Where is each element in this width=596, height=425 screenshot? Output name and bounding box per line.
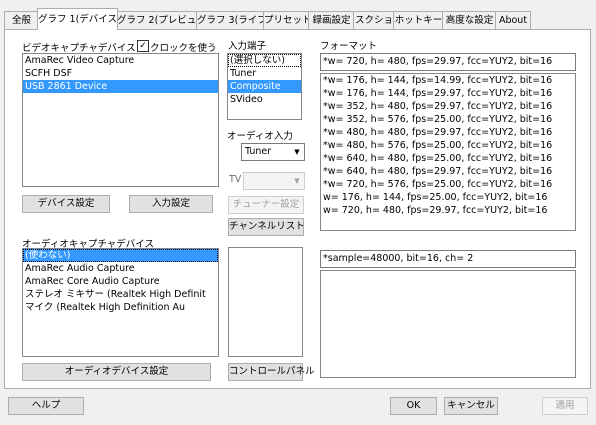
audio-input-label: オーディオ入力 <box>227 131 293 142</box>
video-device-label: ビデオキャプチャデバイス <box>22 43 136 54</box>
audio-device-list[interactable]: (使わない) AmaRec Audio Capture AmaRec Core … <box>22 248 219 357</box>
format-list[interactable]: *w= 176, h= 144, fps=14.99, fcc=YUY2, bi… <box>320 73 576 231</box>
format-label: フォーマット <box>320 41 378 52</box>
device-settings-button[interactable]: デバイス設定 <box>22 195 110 213</box>
list-item[interactable]: *w= 176, h= 144, fps=29.97, fcc=YUY2, bi… <box>321 87 575 100</box>
tab-recording-settings[interactable]: 録画設定 <box>308 11 355 29</box>
input-settings-button[interactable]: 入力設定 <box>129 195 213 213</box>
audio-input-select[interactable]: Tuner ▼ <box>241 143 305 161</box>
control-panel-button[interactable]: コントロールパネル <box>228 363 315 381</box>
list-item[interactable]: *w= 720, h= 576, fps=25.00, fcc=YUY2, bi… <box>321 178 575 191</box>
list-item[interactable]: (使わない) <box>23 249 218 262</box>
apply-button[interactable]: 適用 <box>542 397 588 415</box>
list-item[interactable]: w= 720, h= 480, fps=29.97, fcc=YUY2, bit… <box>321 204 575 217</box>
list-item[interactable]: AmaRec Video Capture <box>23 54 218 67</box>
tv-label: TV <box>229 174 242 185</box>
list-item[interactable]: *w= 640, h= 480, fps=25.00, fcc=YUY2, bi… <box>321 152 575 165</box>
tab-screenshot[interactable]: スクショ <box>353 11 395 29</box>
tab-preset[interactable]: プリセット <box>263 11 310 29</box>
tv-channel-select[interactable]: ▼ <box>243 172 305 190</box>
tab-hotkey[interactable]: ホットキー <box>393 11 444 29</box>
audio-format-field[interactable]: *sample=48000, bit=16, ch= 2 <box>320 250 576 268</box>
list-item[interactable]: *w= 480, h= 480, fps=29.97, fcc=YUY2, bi… <box>321 126 575 139</box>
chevron-down-icon: ▼ <box>294 148 300 156</box>
list-item[interactable]: SVideo <box>228 93 301 106</box>
list-item[interactable]: w= 176, h= 144, fps=25.00, fcc=YUY2, bit… <box>321 191 575 204</box>
list-item[interactable]: (選択しない) <box>228 54 301 67</box>
list-item[interactable]: AmaRec Audio Capture <box>23 262 218 275</box>
tab-bar: 全般 グラフ 1(デバイス) グラフ 2(プレビュー) グラフ 3(ライブ) プ… <box>4 8 592 30</box>
clock-label: クロックを使う <box>150 43 217 54</box>
list-item[interactable]: *w= 352, h= 576, fps=25.00, fcc=YUY2, bi… <box>321 113 575 126</box>
list-item[interactable]: *w= 352, h= 480, fps=29.97, fcc=YUY2, bi… <box>321 100 575 113</box>
list-item[interactable]: USB 2861 Device <box>23 80 218 93</box>
tab-general[interactable]: 全般 <box>4 11 39 29</box>
cancel-button[interactable]: キャンセル <box>444 397 498 415</box>
ok-button[interactable]: OK <box>390 397 437 415</box>
list-item[interactable]: ステレオ ミキサー (Realtek High Definit <box>23 288 218 301</box>
list-item[interactable]: AmaRec Core Audio Capture <box>23 275 218 288</box>
tuner-settings-button[interactable]: チューナー設定 <box>228 196 304 214</box>
clock-checkbox[interactable]: ✓ <box>137 40 149 52</box>
list-item[interactable]: *w= 480, h= 576, fps=25.00, fcc=YUY2, bi… <box>321 139 575 152</box>
current-format-field[interactable]: *w= 720, h= 480, fps=29.97, fcc=YUY2, bi… <box>320 53 576 71</box>
chevron-down-icon: ▼ <box>294 177 300 185</box>
tab-advanced-settings[interactable]: 高度な設定 <box>442 11 497 29</box>
input-terminal-list[interactable]: (選択しない) Tuner Composite SVideo <box>227 53 302 120</box>
list-item[interactable]: マイク (Realtek High Definition Au <box>23 301 218 314</box>
list-item[interactable]: Tuner <box>228 67 301 80</box>
input-terminal-label: 入力端子 <box>228 41 267 52</box>
help-button[interactable]: ヘルプ <box>8 397 84 415</box>
list-item[interactable]: *w= 176, h= 144, fps=14.99, fcc=YUY2, bi… <box>321 74 575 87</box>
list-item[interactable]: Composite <box>228 80 301 93</box>
tab-about[interactable]: About <box>495 11 531 29</box>
tab-graph3-live[interactable]: グラフ 3(ライブ) <box>196 11 265 29</box>
tab-graph2-preview[interactable]: グラフ 2(プレビュー) <box>116 11 198 29</box>
video-device-list[interactable]: AmaRec Video Capture SCFH DSF USB 2861 D… <box>22 53 219 187</box>
channel-list-button[interactable]: チャンネルリスト <box>228 218 305 236</box>
tab-graph1-device[interactable]: グラフ 1(デバイス) <box>37 8 118 30</box>
audio-device-settings-button[interactable]: オーディオデバイス設定 <box>22 363 211 381</box>
audio-input-value: Tuner <box>245 146 272 157</box>
list-item[interactable]: *w= 640, h= 480, fps=29.97, fcc=YUY2, bi… <box>321 165 575 178</box>
audio-format-list[interactable] <box>320 270 576 378</box>
list-item[interactable]: SCFH DSF <box>23 67 218 80</box>
audio-pin-list[interactable] <box>228 247 303 357</box>
